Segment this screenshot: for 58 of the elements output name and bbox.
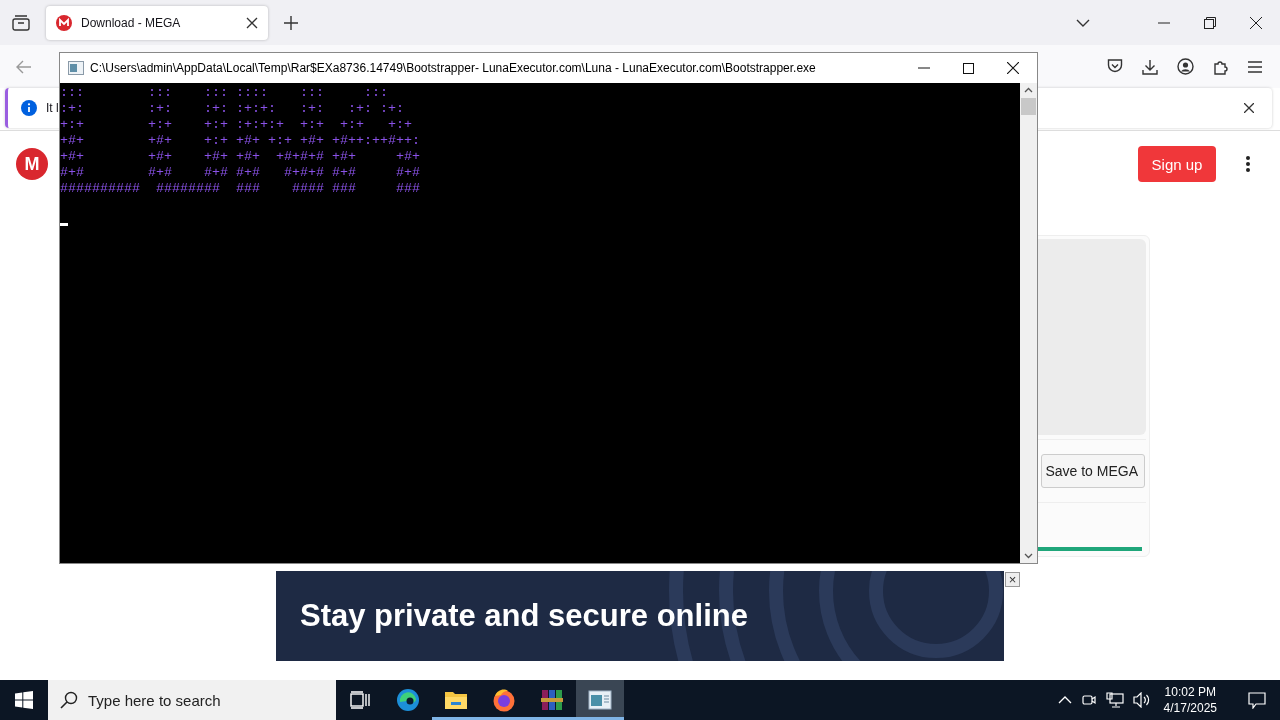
scrollbar-thumb[interactable]	[1021, 98, 1036, 115]
clock-time[interactable]: 10:02 PM	[1164, 684, 1216, 700]
tab-title: Download - MEGA	[81, 15, 182, 30]
firefox-icon	[492, 688, 516, 712]
more-options-icon[interactable]	[1246, 156, 1250, 172]
puzzle-piece-icon[interactable]	[1213, 58, 1229, 75]
ad-headline: Stay private and secure online	[300, 598, 748, 634]
info-icon	[21, 100, 37, 116]
ad-banner[interactable]: Stay private and secure online	[276, 571, 1004, 661]
minimize-icon[interactable]	[1158, 21, 1170, 24]
mega-logo[interactable]: M	[16, 148, 48, 180]
scroll-down-icon[interactable]	[1024, 553, 1033, 559]
close-icon[interactable]	[246, 16, 258, 29]
camera-icon[interactable]	[1080, 692, 1097, 708]
console-app-icon	[68, 61, 84, 75]
task-view-icon	[350, 691, 370, 709]
close-icon[interactable]	[1244, 103, 1254, 113]
new-tab-icon[interactable]	[284, 15, 298, 30]
console-title: C:\Users\admin\AppData\Local\Temp\Rar$EXa8736.14749\Bootstrapper- LunaExecutor.com\Luna - LunaExecutor.com\Bootstrapper.exe	[90, 61, 816, 75]
console-window-icon	[588, 690, 612, 710]
scroll-up-icon[interactable]	[1024, 87, 1033, 93]
ascii-art-line: +#+ +#+ +#+ +#+ +#+#+# +#+ +#+	[60, 149, 421, 165]
edge-browser-icon	[396, 688, 420, 712]
ascii-art-line: ########## ######## ### #### ### ###	[60, 181, 421, 197]
windows-start-icon[interactable]	[15, 691, 33, 709]
chevron-up-icon[interactable]	[1057, 696, 1072, 704]
sign-up-button[interactable]: Sign up	[1138, 146, 1216, 182]
ascii-art-line: :+: :+: :+: :+:+: :+: :+: :+:	[60, 101, 405, 117]
search-icon	[60, 691, 78, 709]
clock-date[interactable]: 4/17/2025	[1163, 700, 1217, 716]
volume-icon[interactable]	[1132, 692, 1151, 708]
taskbar-search-field[interactable]: Type here to search	[48, 680, 336, 720]
ad-close-button[interactable]: ×	[1005, 572, 1020, 587]
menu-icon[interactable]	[1248, 60, 1262, 73]
folder-icon	[444, 690, 468, 710]
notifications-icon[interactable]	[1248, 691, 1266, 709]
account-icon[interactable]	[1177, 58, 1194, 75]
download-icon[interactable]	[1142, 58, 1158, 75]
notification-text: It l	[46, 101, 59, 115]
chevron-down-icon[interactable]	[1076, 18, 1090, 27]
scrollbar[interactable]	[1020, 83, 1037, 563]
ascii-art-line: ::: ::: ::: :::: ::: :::	[60, 85, 389, 101]
ascii-art-line: +:+ +:+ +:+ :+:+:+ +:+ +:+ +:+	[60, 117, 413, 133]
close-icon[interactable]	[1007, 62, 1019, 74]
back-arrow-icon[interactable]	[16, 59, 32, 74]
taskbar-app-button[interactable]	[576, 680, 624, 720]
ascii-art-line: #+# #+# #+# #+# #+#+# #+# #+#	[60, 165, 421, 181]
browser-tab[interactable]: Download - MEGA	[46, 5, 268, 40]
save-to-mega-button[interactable]: Save to MEGA	[1041, 454, 1145, 488]
pocket-icon[interactable]	[1107, 59, 1123, 74]
ascii-art-line: +#+ +#+ +:+ +#+ +:+ +#+ +#++:++#++:	[60, 133, 421, 149]
tab-list-icon[interactable]	[12, 14, 30, 31]
restore-icon[interactable]	[1204, 16, 1216, 29]
maximize-icon[interactable]	[963, 62, 974, 74]
mega-logo-icon	[56, 14, 72, 31]
network-icon[interactable]	[1105, 692, 1124, 708]
close-icon[interactable]	[1250, 16, 1262, 29]
archive-books-icon	[540, 688, 564, 712]
